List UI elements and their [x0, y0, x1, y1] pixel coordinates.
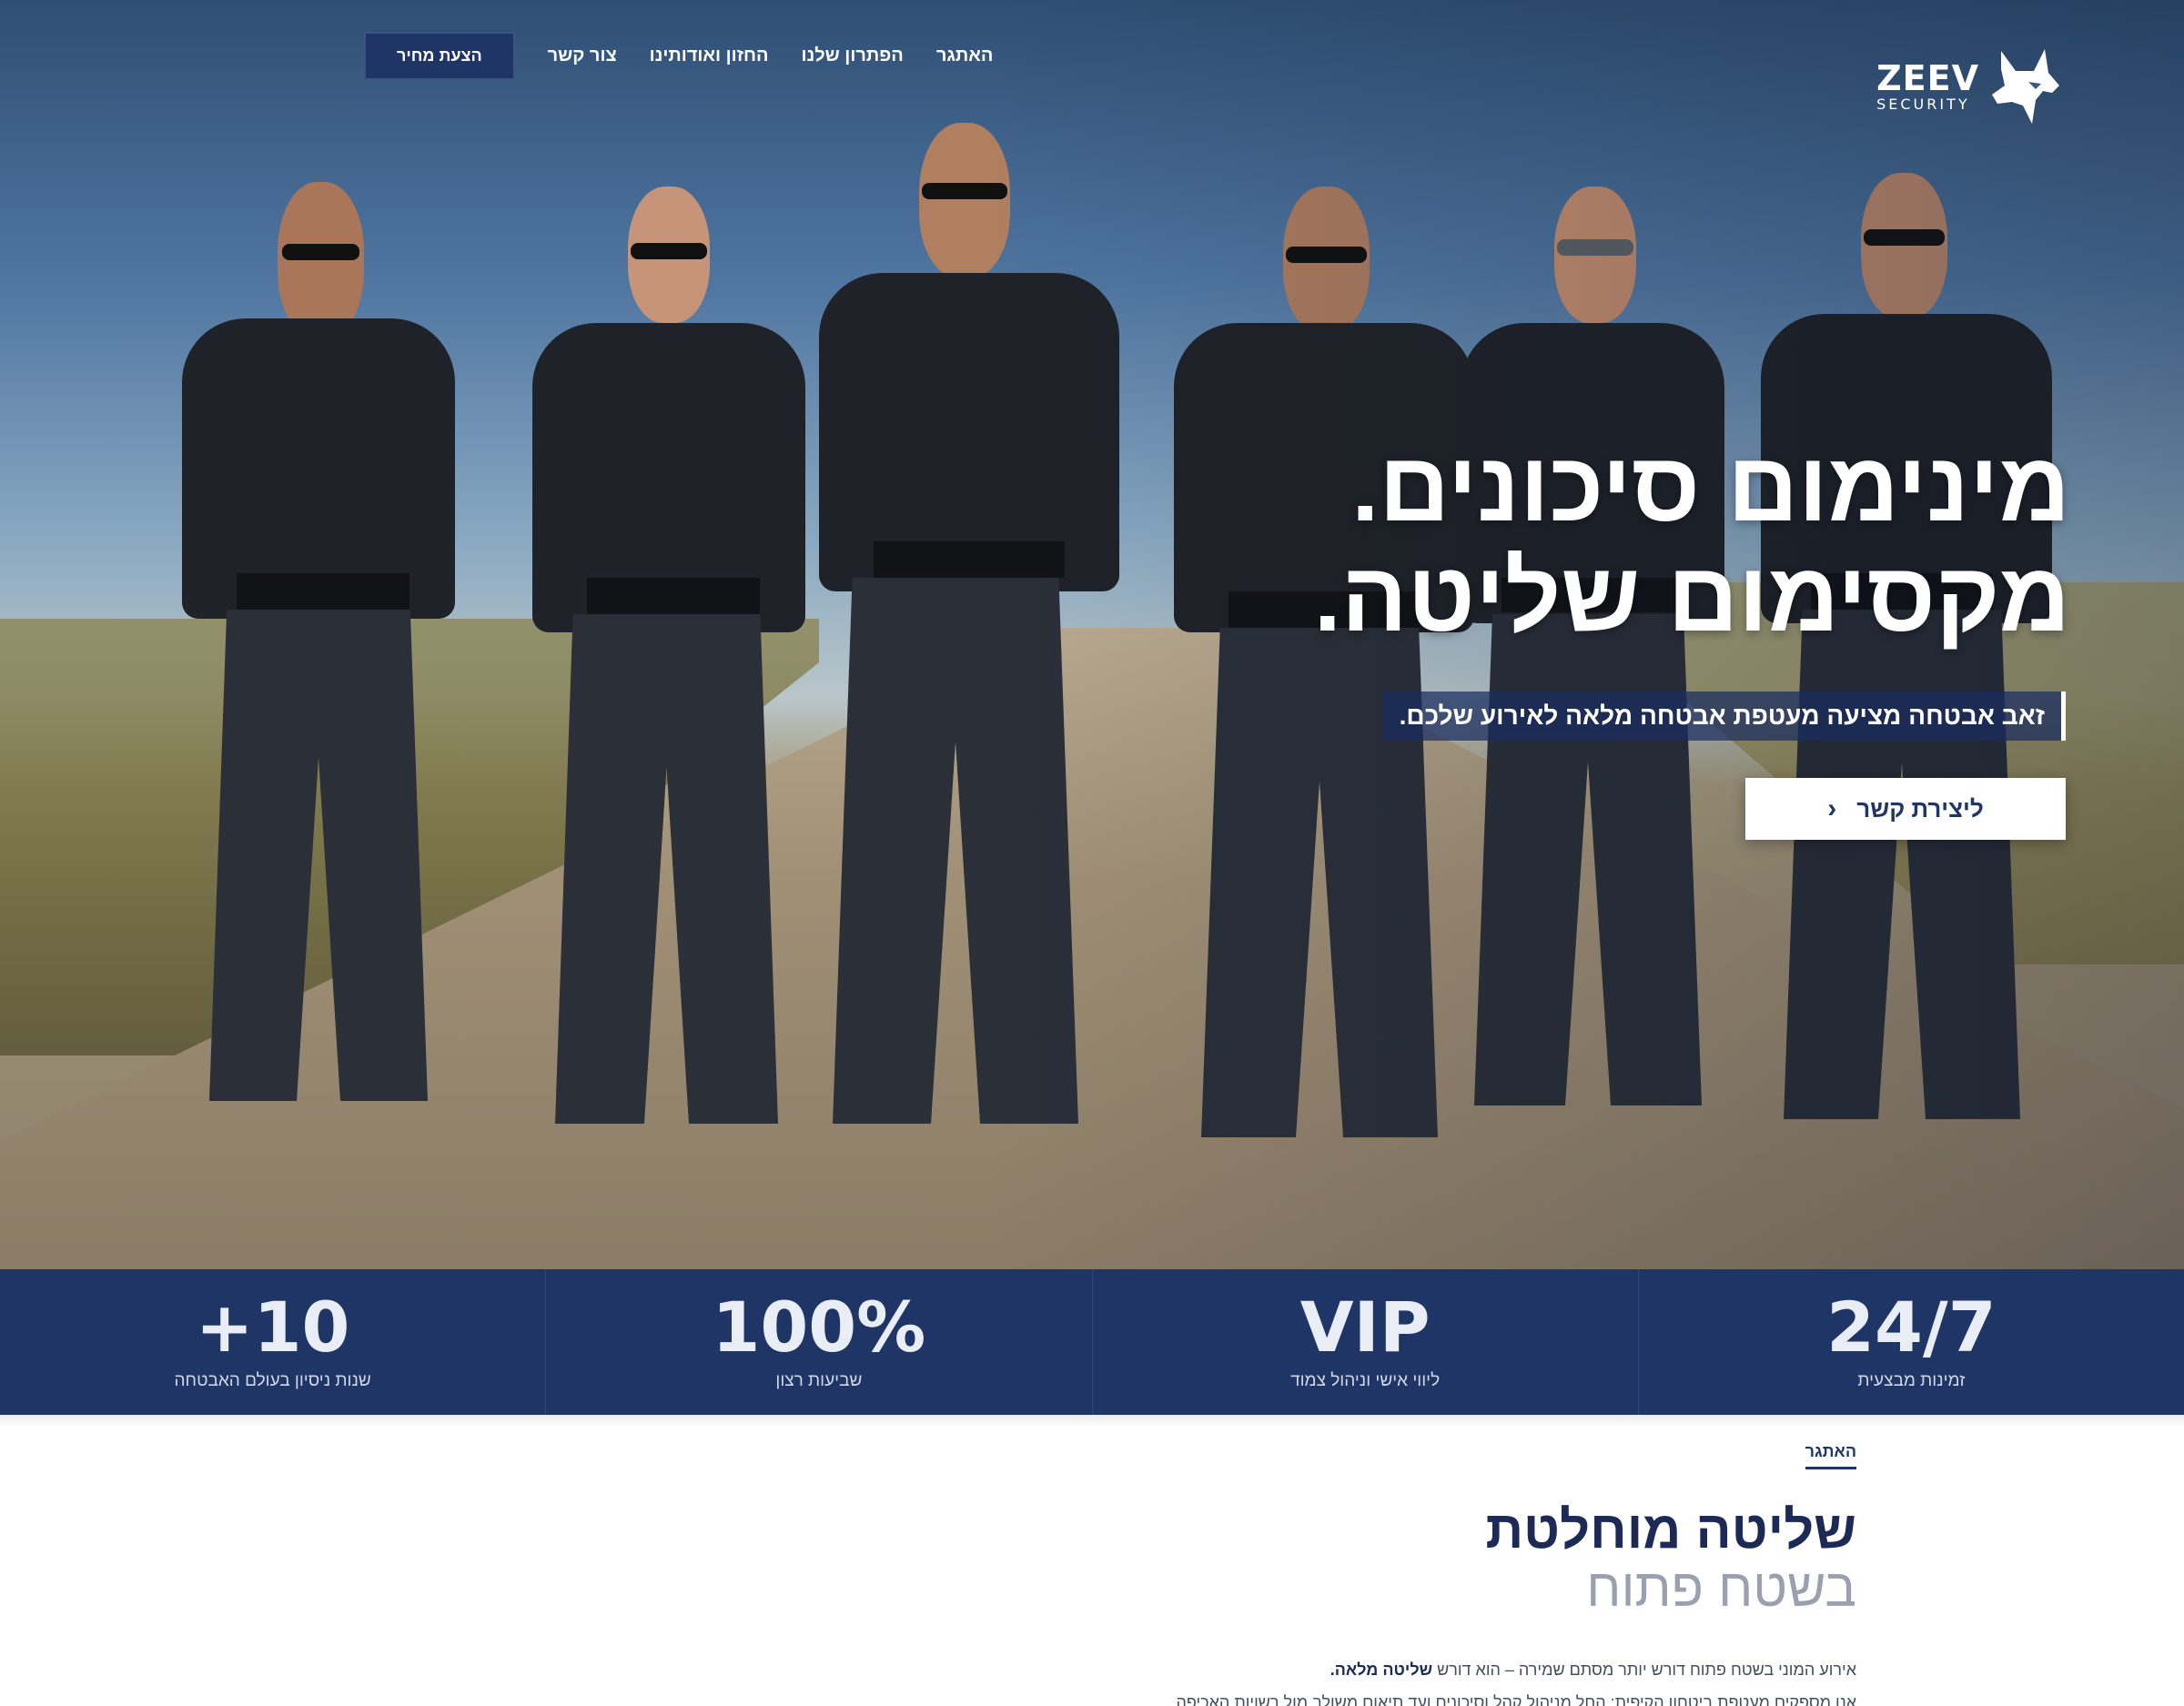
section-title-line2: בשטח פתוח	[1586, 1558, 1856, 1618]
stat-label: שביעות רצון	[775, 1371, 863, 1390]
hero-headline: מינימום סיכונים. מקסימום שליטה.	[1313, 431, 2070, 652]
body-line-2: אנו מספקים מעטפת ביטחון הקיפית: החל מניה…	[1171, 1693, 1856, 1706]
wolf-logo-icon	[1992, 49, 2059, 124]
quote-button[interactable]: הצעת מחיר	[364, 31, 515, 80]
main-menu: האתגר הפתרון שלנו החזון ואודותינו צור קש…	[364, 31, 994, 80]
stat-item: 24/7 זמינות מבצעית	[1637, 1269, 2184, 1415]
stats-bar: 24/7 זמינות מבצעית VIP ליווי אישי וניהול…	[0, 1269, 2184, 1415]
stat-label: זמינות מבצעית	[1857, 1371, 1966, 1390]
stat-value: VIP	[1299, 1287, 1431, 1368]
section-title-line1: שליטה מוחלטת	[1485, 1500, 1856, 1560]
section-eyebrow: האתגר	[1805, 1442, 1856, 1469]
stat-item: VIP ליווי אישי וניהול צמוד	[1091, 1269, 1638, 1415]
body-line-1-bold: שליטה מלאה.	[1330, 1661, 1433, 1679]
stat-item: +10 שנות ניסיון בעולם האבטחה	[0, 1269, 545, 1415]
brand-logo[interactable]: ZEEV SECURITY	[1876, 45, 2061, 127]
brand-name: ZEEV	[1876, 58, 1979, 98]
section-body: אירוע המוני בשטח פתוח דורש יותר מסתם שמי…	[1056, 1653, 1856, 1706]
stat-value: 100%	[712, 1287, 926, 1368]
stat-item: 100% שביעות רצון	[545, 1269, 1091, 1415]
hero-subtitle: זאב אבטחה מציעה מעטפת אבטחה מלאה לאירוע …	[1382, 691, 2066, 741]
body-line-1: אירוע המוני בשטח פתוח דורש יותר מסתם שמי…	[1056, 1653, 1856, 1686]
section-shadow	[0, 1415, 2184, 1428]
nav-item-contact[interactable]: צור קשר	[548, 45, 617, 66]
chevron-left-icon: ‹	[1827, 793, 1837, 823]
hero-headline-line1: מינימום סיכונים.	[1351, 431, 2070, 541]
contact-cta-label: ליצירת קשר	[1856, 794, 1984, 823]
nav-item-challenge[interactable]: האתגר	[936, 45, 994, 66]
contact-cta-button[interactable]: ליצירת קשר ‹	[1745, 778, 2066, 840]
challenge-section: האתגר שליטה מוחלטת בשטח פתוח אירוע המוני…	[0, 1415, 2184, 1706]
body-line-1-text: אירוע המוני בשטח פתוח דורש יותר מסתם שמי…	[1432, 1661, 1856, 1679]
stat-value: +10	[195, 1287, 350, 1368]
brand-tagline: SECURITY	[1876, 96, 1970, 113]
stat-label: ליווי אישי וניהול צמוד	[1290, 1371, 1441, 1390]
hero-headline-line2: מקסימום שליטה.	[1313, 540, 2070, 651]
top-navigation: ZEEV SECURITY האתגר הפתרון שלנו החזון וא…	[0, 31, 2184, 124]
nav-item-solution[interactable]: הפתרון שלנו	[802, 45, 904, 66]
section-title: שליטה מוחלטת בשטח פתוח	[1485, 1501, 1856, 1618]
hero-section: ZEEV SECURITY האתגר הפתרון שלנו החזון וא…	[0, 0, 2184, 1269]
nav-item-about[interactable]: החזון ואודותינו	[650, 45, 769, 66]
stat-label: שנות ניסיון בעולם האבטחה	[174, 1371, 371, 1390]
stat-value: 24/7	[1826, 1287, 1997, 1368]
